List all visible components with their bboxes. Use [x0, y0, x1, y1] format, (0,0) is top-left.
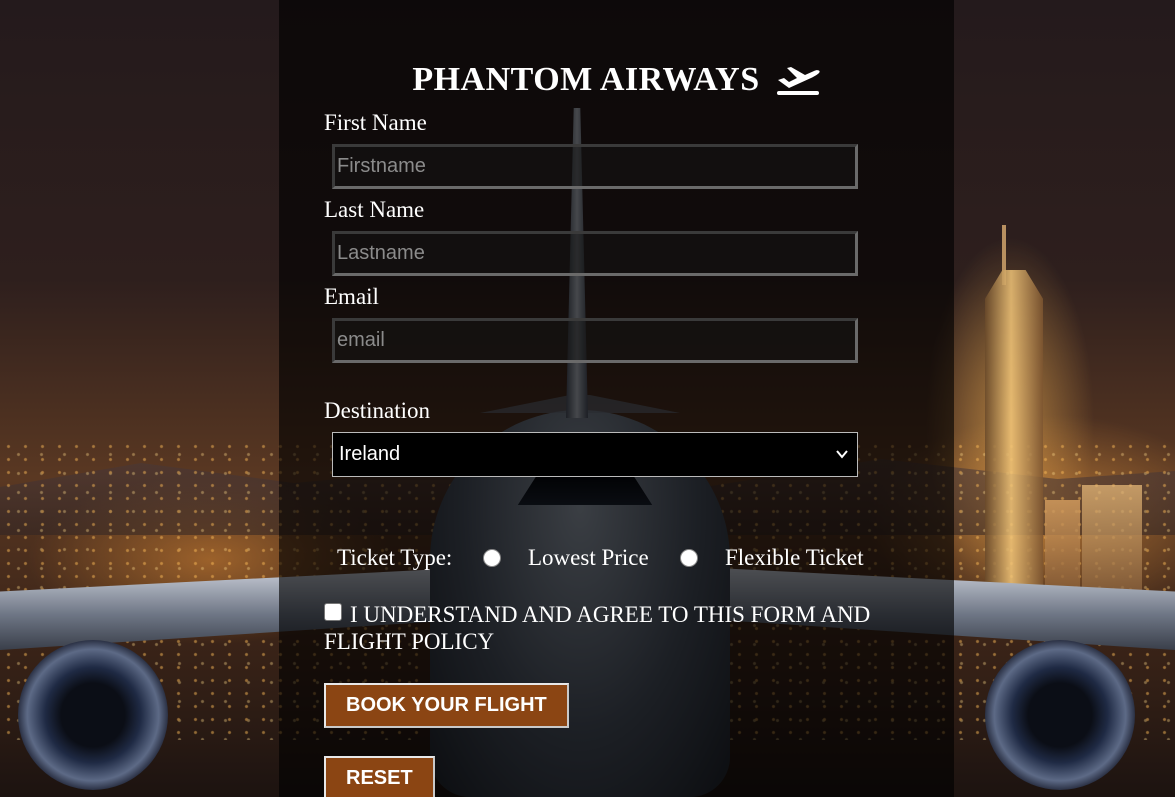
radio-flexible-ticket[interactable]	[680, 549, 698, 567]
agree-label: I UNDERSTAND AND AGREE TO THIS FORM AND …	[324, 602, 871, 654]
airplane-left-engine	[18, 640, 168, 790]
book-flight-button[interactable]: BOOK YOUR FLIGHT	[324, 683, 569, 728]
title-text: PHANTOM AIRWAYS	[412, 61, 760, 98]
destination-select[interactable]: Ireland	[332, 432, 858, 477]
radio-lowest-price[interactable]	[483, 549, 501, 567]
first-name-label: First Name	[324, 110, 427, 135]
last-name-label: Last Name	[324, 197, 425, 222]
flexible-ticket-label: Flexible Ticket	[725, 545, 864, 570]
skyscraper	[985, 270, 1043, 630]
ticket-type-label: Ticket Type:	[337, 545, 453, 570]
destination-label: Destination	[324, 398, 431, 423]
airplane-right-engine	[985, 640, 1135, 790]
destination-selected-value: Ireland	[339, 443, 401, 465]
page-title: PHANTOM AIRWAYS	[279, 60, 954, 105]
reset-button[interactable]: RESET	[324, 756, 435, 797]
last-name-input[interactable]	[332, 231, 858, 276]
email-label: Email	[324, 284, 379, 309]
first-name-input[interactable]	[332, 144, 858, 189]
lowest-price-label: Lowest Price	[528, 545, 649, 570]
chevron-down-icon	[835, 433, 849, 492]
email-input[interactable]	[332, 318, 858, 363]
airplane-departure-icon	[775, 60, 821, 105]
